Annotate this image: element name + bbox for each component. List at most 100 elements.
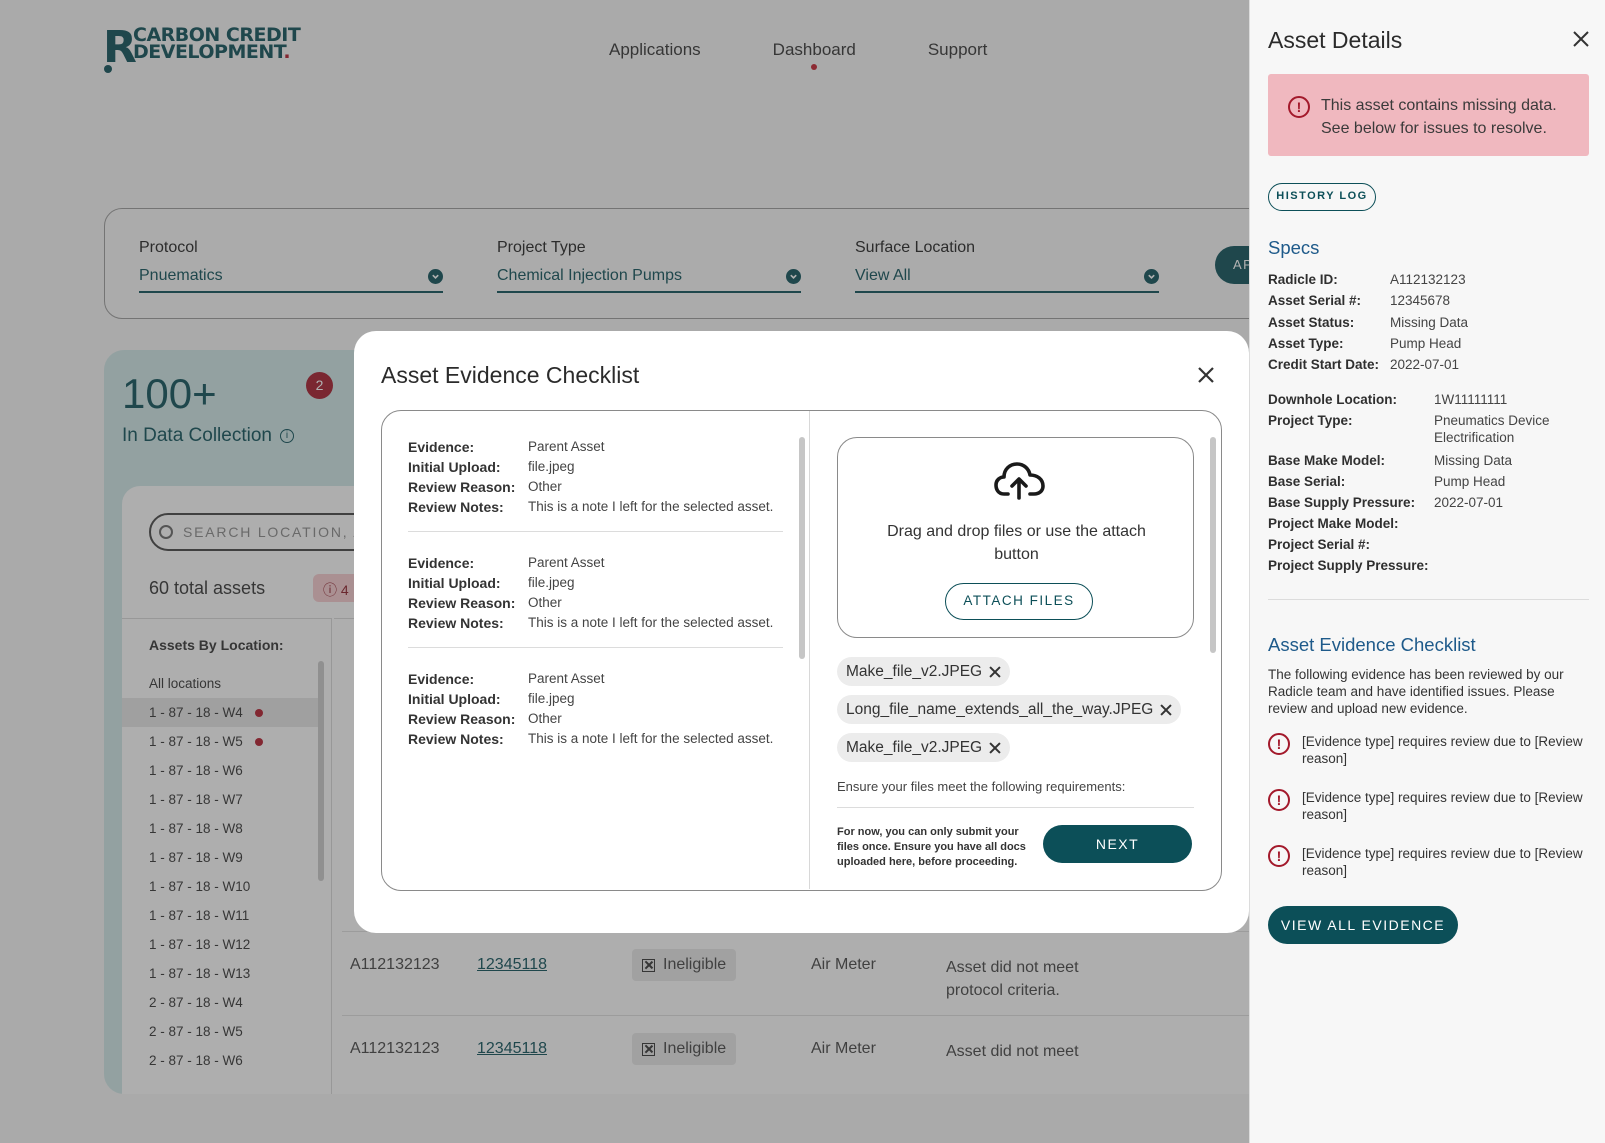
alert-icon: ! [1268, 845, 1290, 867]
field-value: file.jpeg [528, 691, 575, 706]
field-value: Other [528, 711, 562, 726]
spec-value: 1W11111111 [1434, 392, 1508, 407]
remove-file-icon[interactable] [989, 742, 1001, 754]
field-value: This is a note I left for the selected a… [528, 499, 774, 514]
spec-row: Downhole Location: 1W11111111 [1268, 389, 1589, 410]
issue-item: ! [Evidence type] requires review due to … [1268, 733, 1589, 767]
spec-row: Project Serial #: [1268, 534, 1589, 555]
field-label: Review Notes: [408, 731, 504, 747]
spec-value: 12345678 [1390, 293, 1451, 309]
spec-value: Pump Head [1390, 335, 1462, 351]
spec-value: Pump Head [1434, 474, 1506, 489]
evidence-field: Evidence: Parent Asset [408, 669, 783, 689]
field-value: file.jpeg [528, 459, 575, 474]
spec-label: Radicle ID: [1268, 272, 1338, 287]
spec-value: Missing Data [1390, 314, 1469, 330]
checklist-description: The following evidence has been reviewed… [1268, 667, 1564, 716]
field-label: Evidence: [408, 439, 475, 455]
file-chip: Make_file_v2.JPEG [837, 733, 1011, 762]
evidence-field: Initial Upload: file.jpeg [408, 573, 783, 593]
issue-text: [Evidence type] requires review due to [… [1302, 790, 1583, 822]
spec-row: Base Serial: Pump Head [1268, 471, 1589, 492]
close-icon[interactable] [1572, 30, 1590, 48]
file-dropzone[interactable]: Drag and drop files or use the attach bu… [837, 437, 1194, 638]
scrollbar[interactable] [799, 437, 805, 659]
evidence-item: Evidence: Parent Asset Initial Upload: file… [408, 437, 783, 517]
field-label: Initial Upload: [408, 459, 501, 475]
remove-file-icon[interactable] [1160, 704, 1172, 716]
requirements-text: Ensure your files meet the following req… [837, 779, 1126, 794]
divider [837, 807, 1194, 808]
spec-row: Project Make Model: [1268, 513, 1589, 534]
spec-label: Credit Start Date: [1268, 357, 1380, 373]
spec-value: 2022-07-01 [1390, 357, 1460, 373]
upload-pane: Drag and drop files or use the attach bu… [810, 411, 1221, 889]
field-label: Review Reason: [408, 479, 516, 495]
spec-row: Asset Serial #: 12345678 [1268, 290, 1589, 311]
evidence-field: Review Notes: This is a note I left for t… [408, 613, 783, 633]
spec-label: Asset Serial #: [1268, 293, 1362, 309]
field-label: Review Notes: [408, 499, 504, 515]
close-icon[interactable] [1196, 365, 1216, 385]
field-label: Initial Upload: [408, 691, 501, 707]
evidence-field: Evidence: Parent Asset [408, 553, 783, 573]
evidence-field: Evidence: Parent Asset [408, 437, 783, 457]
field-label: Review Notes: [408, 615, 504, 631]
history-log-button[interactable]: HISTORY LOG [1268, 183, 1376, 211]
spec-label: Downhole Location: [1268, 392, 1397, 407]
alert-icon: ! [1268, 733, 1290, 755]
issue-text: [Evidence type] requires review due to [… [1302, 846, 1583, 878]
asset-details-drawer: Asset Details ! This asset contains miss… [1249, 0, 1605, 1143]
next-button[interactable]: NEXT [1043, 825, 1192, 863]
evidence-checklist-modal: Asset Evidence Checklist Evidence: Parent… [354, 331, 1249, 933]
missing-data-alert: ! This asset contains missing data. See … [1268, 74, 1589, 156]
spec-label: Project Supply Pressure: [1268, 558, 1429, 573]
attach-files-button[interactable]: ATTACH FILES [945, 583, 1093, 620]
spec-label: Asset Type: [1268, 335, 1344, 351]
checklist-body: Evidence: Parent Asset Initial Upload: file… [381, 410, 1222, 891]
evidence-field: Review Reason: Other [408, 477, 783, 497]
divider [1268, 599, 1589, 600]
spec-value: Missing Data [1434, 453, 1513, 468]
evidence-field: Review Notes: This is a note I left for t… [408, 729, 783, 749]
alert-icon: ! [1288, 96, 1310, 118]
file-name: Make_file_v2.JPEG [846, 738, 983, 756]
file-chip: Make_file_v2.JPEG [837, 657, 1011, 686]
dropzone-text: Drag and drop files or use the attach bu… [887, 523, 1146, 563]
field-value: This is a note I left for the selected a… [528, 731, 774, 746]
field-value: Parent Asset [528, 439, 605, 454]
spec-row: Asset Type: Pump Head [1268, 333, 1589, 354]
evidence-item: Evidence: Parent Asset Initial Upload: file… [408, 553, 783, 633]
field-value: Other [528, 595, 562, 610]
evidence-list: Evidence: Parent Asset Initial Upload: file… [382, 411, 810, 889]
spec-row: Project Supply Pressure: [1268, 555, 1589, 576]
spec-label: Project Make Model: [1268, 516, 1399, 531]
spec-label: Base Serial: [1268, 474, 1346, 489]
view-all-evidence-button[interactable]: VIEW ALL EVIDENCE [1268, 906, 1458, 944]
spec-value: 2022-07-01 [1434, 495, 1504, 510]
cloud-upload-icon [994, 462, 1045, 500]
field-label: Review Reason: [408, 595, 516, 611]
file-name: Make_file_v2.JPEG [846, 662, 983, 680]
evidence-field: Review Reason: Other [408, 709, 783, 729]
alert-text: This asset contains missing data. See be… [1321, 97, 1557, 137]
spec-label: Project Type: [1268, 413, 1353, 428]
spec-row: Project Type: Pneumatics Device Electrifi… [1268, 410, 1589, 445]
spec-label: Base Supply Pressure: [1268, 495, 1416, 510]
divider [408, 647, 783, 648]
field-value: Parent Asset [528, 555, 605, 570]
checklist-title: Asset Evidence Checklist [1268, 634, 1476, 655]
field-value: This is a note I left for the selected a… [528, 615, 774, 630]
field-label: Initial Upload: [408, 575, 501, 591]
modal-title: Asset Evidence Checklist [381, 362, 640, 388]
alert-icon: ! [1268, 789, 1290, 811]
remove-file-icon[interactable] [989, 666, 1001, 678]
submit-note: For now, you can only submit your files … [837, 826, 1026, 868]
spec-row: Radicle ID: A112132123 [1268, 269, 1589, 290]
divider [408, 531, 783, 532]
evidence-field: Review Reason: Other [408, 593, 783, 613]
spec-row: Asset Status: Missing Data [1268, 312, 1589, 333]
field-value: Other [528, 479, 562, 494]
spec-row: Credit Start Date: 2022-07-01 [1268, 354, 1589, 375]
scrollbar[interactable] [1210, 437, 1216, 653]
